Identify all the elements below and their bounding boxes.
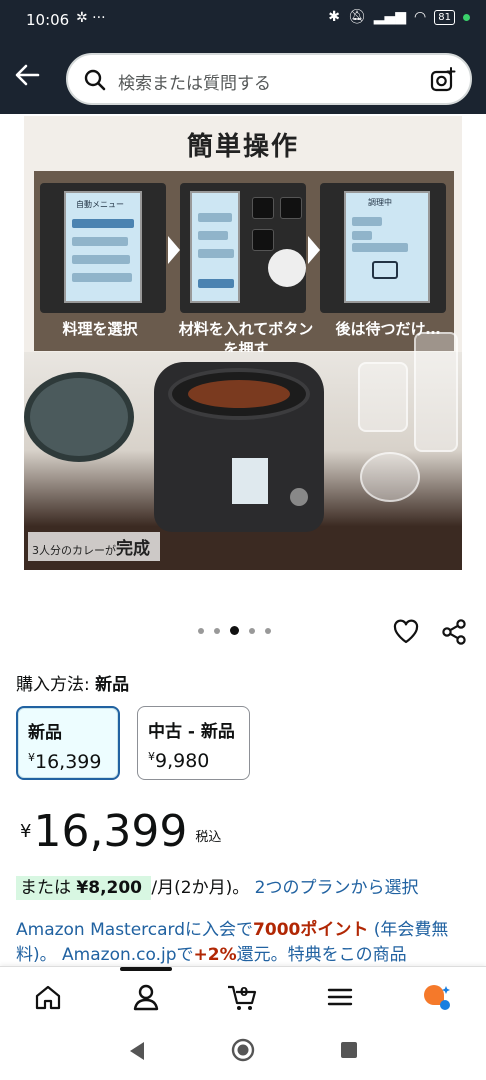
step-caption: 料理を選択: [62, 320, 138, 338]
step-arrow-icon: [168, 236, 180, 264]
promo-plus: +2%: [193, 945, 237, 965]
search-bar[interactable]: 検索または質問する: [66, 53, 472, 105]
carousel-dot: [198, 627, 204, 634]
carousel-indicator[interactable]: [198, 626, 271, 635]
product-image[interactable]: 簡単操作 自動メニュー 調理中 料理を選択 材料を入れてボタンを押す 後は待つだ…: [24, 116, 462, 570]
carousel-dot-active: [230, 626, 239, 635]
tax-label: 税込: [195, 830, 222, 845]
screen-label: 自動メニュー: [76, 200, 124, 209]
menu-icon[interactable]: [324, 981, 356, 1013]
active-tab-indicator: [120, 967, 172, 971]
step-panel-select: 自動メニュー: [40, 183, 166, 313]
carousel-dot: [249, 627, 255, 634]
option-price: 9,980: [155, 750, 210, 772]
recents-square-icon[interactable]: [340, 1041, 358, 1059]
signal-icon: ▂▄▆: [373, 9, 407, 25]
price-value: 16,399: [33, 806, 188, 857]
carousel-dot: [265, 627, 271, 634]
cooker-display: [232, 458, 268, 504]
option-used[interactable]: 中古 - 新品 ¥9,980: [137, 706, 250, 780]
product-photo: 3人分のカレーが完成: [24, 332, 462, 570]
glass-bottle: [414, 332, 458, 452]
status-time: 10:06: [26, 11, 70, 29]
purchase-method: 購入方法: 新品: [16, 670, 129, 695]
cart-count: 0: [240, 985, 248, 999]
carousel-dot: [214, 627, 220, 634]
share-icon[interactable]: [440, 618, 468, 646]
option-currency: ¥: [148, 750, 155, 763]
privacy-dot-icon: [463, 13, 470, 21]
purchase-method-label: 購入方法:: [16, 675, 90, 695]
step-panel-ingredients: [180, 183, 306, 313]
rufus-assistant-icon[interactable]: [420, 981, 452, 1013]
screen-label: 調理中: [368, 198, 392, 207]
back-arrow-icon[interactable]: [12, 60, 42, 90]
promo-text[interactable]: Amazon Mastercardに入会で7000ポイント (年会費無料)。 A…: [16, 918, 466, 968]
installment-offer: または ¥8,200 /月(2か月)。 2つのプランから選択: [16, 873, 419, 900]
step-arrow-icon: [308, 236, 320, 264]
status-notification-icons: ✲ ···: [76, 10, 106, 26]
glass-bowl: [360, 452, 420, 502]
system-nav-bar: [0, 1026, 486, 1080]
hero-title: 簡単操作: [186, 132, 299, 162]
home-circle-icon[interactable]: [231, 1038, 255, 1062]
plates: [24, 372, 134, 462]
cooker-knob: [290, 488, 308, 506]
step-panel-wait: 調理中: [320, 183, 446, 313]
app-header: 検索または質問する: [0, 40, 486, 114]
glass-jar: [358, 362, 408, 432]
option-currency: ¥: [28, 751, 35, 764]
cart-icon[interactable]: 0: [226, 981, 258, 1013]
installment-prefix: または: [20, 878, 71, 898]
installment-amount: ¥8,200: [76, 878, 143, 898]
home-icon[interactable]: [32, 981, 64, 1013]
pressure-cooker: [154, 362, 324, 532]
account-icon[interactable]: [130, 981, 162, 1013]
installment-suffix: /月(2か月)。: [151, 878, 250, 898]
option-name: 中古 - 新品: [148, 722, 235, 742]
purchase-method-value: 新品: [95, 675, 130, 695]
back-triangle-icon[interactable]: [128, 1040, 148, 1062]
battery-icon: 81: [434, 9, 455, 25]
completion-label: 3人分のカレーが完成: [28, 532, 160, 561]
finger-icon: [268, 249, 306, 287]
search-icon: [84, 69, 106, 91]
status-right-icons: ✱ 🔕︎ ▂▄▆ ◠ 81: [328, 9, 470, 25]
camera-search-icon[interactable]: [430, 67, 456, 93]
mute-icon: 🔕︎: [347, 9, 366, 25]
price: ¥16,399 税込: [20, 808, 221, 856]
price-currency: ¥: [20, 821, 32, 842]
search-input[interactable]: 検索または質問する: [118, 69, 271, 94]
heart-icon[interactable]: [392, 618, 420, 644]
bottom-nav: 0: [0, 966, 486, 1026]
status-bar: 10:06 ✲ ··· ✱ 🔕︎ ▂▄▆ ◠ 81: [0, 0, 486, 40]
option-name: 新品: [28, 723, 62, 743]
bluetooth-icon: ✱: [328, 9, 340, 25]
installment-plan-link[interactable]: 2つのプランから選択: [255, 878, 419, 898]
pot-icon: [372, 261, 398, 279]
wifi-icon: ◠: [414, 9, 427, 25]
option-new[interactable]: 新品 ¥16,399: [16, 706, 120, 780]
option-price: 16,399: [35, 751, 102, 773]
promo-points: 7000ポイント: [253, 920, 369, 940]
steps-band: 自動メニュー 調理中 料理を選択 材料を入れてボタンを押す 後は待つだけ…: [34, 171, 454, 358]
